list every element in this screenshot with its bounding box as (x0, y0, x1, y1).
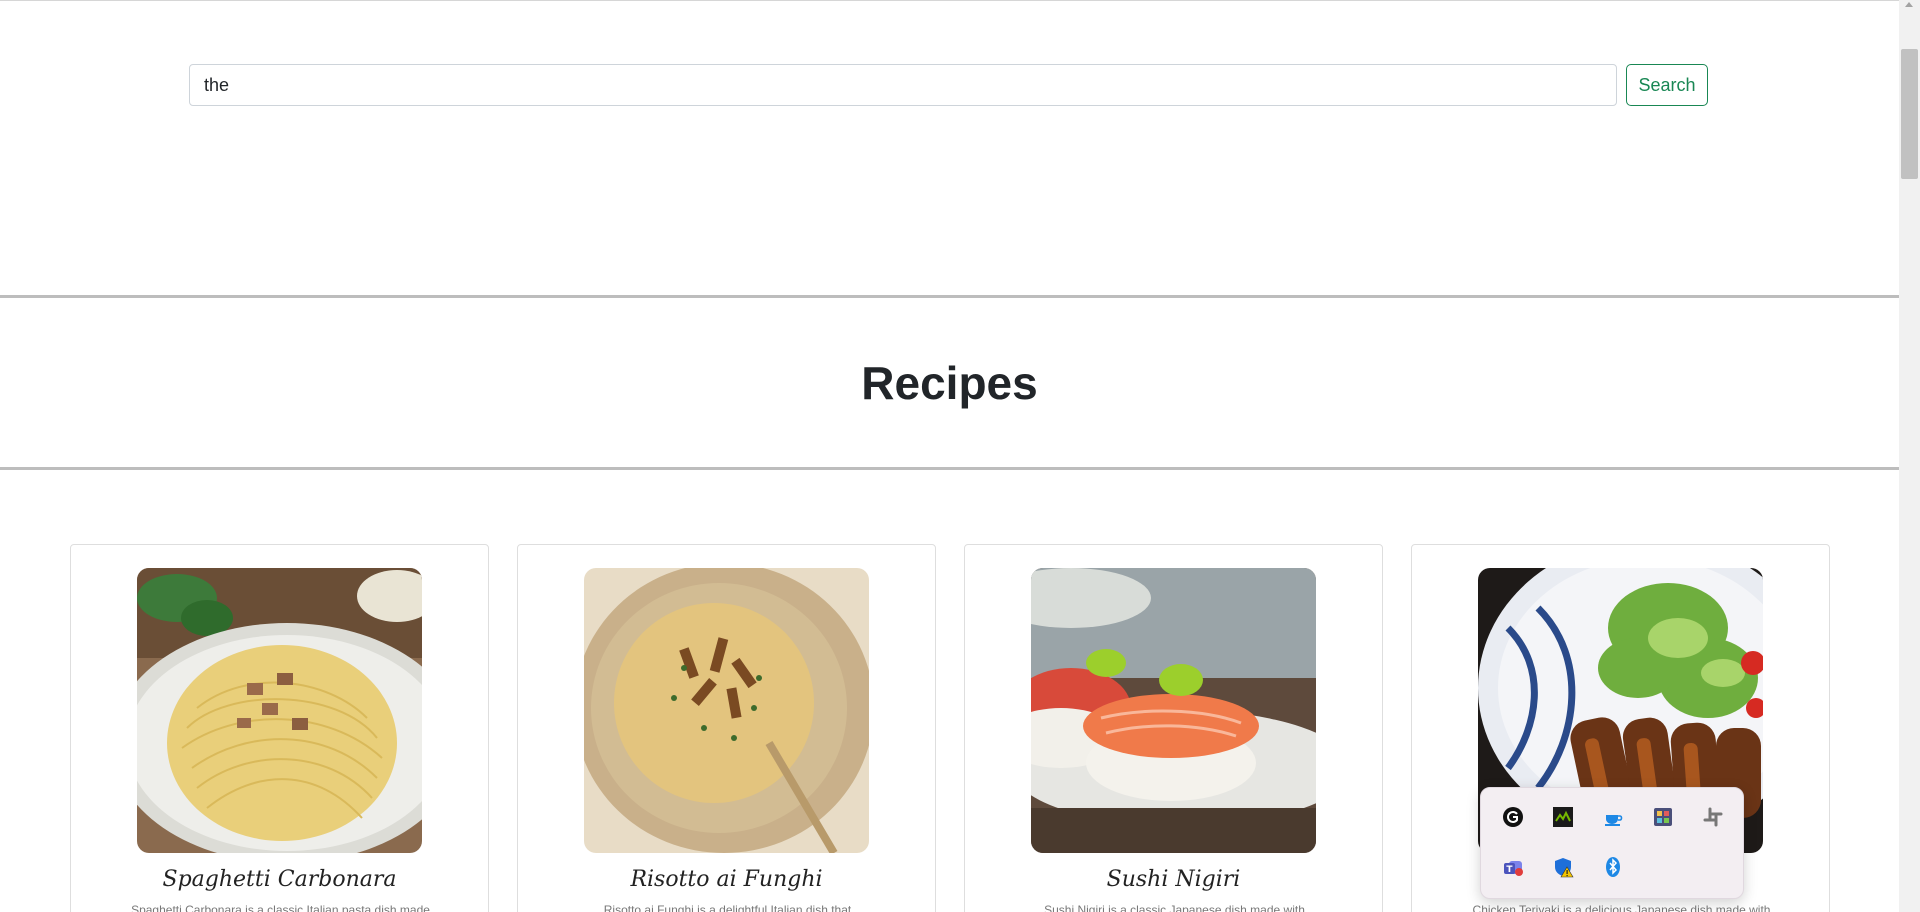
color-palette-icon[interactable] (1651, 805, 1675, 829)
divider-top (0, 295, 1899, 298)
recipe-card[interactable]: Risotto ai Funghi Risotto ai Funghi is a… (517, 544, 936, 912)
recipe-description: Sushi Nigiri is a classic Japanese dish … (1044, 903, 1305, 912)
recipe-title[interactable]: Sushi Nigiri (965, 867, 1382, 892)
recipe-description: Risotto ai Funghi is a delightful Italia… (603, 903, 852, 912)
svg-text:T: T (1506, 865, 1513, 875)
top-border (0, 0, 1899, 1)
recipe-image[interactable] (584, 568, 869, 853)
scroll-up-arrow-icon[interactable] (1905, 2, 1913, 7)
bluetooth-icon[interactable] (1601, 855, 1625, 879)
search-bar: Search (189, 64, 1709, 106)
scroll-thumb[interactable] (1901, 49, 1918, 179)
recipe-card[interactable]: Spaghetti Carbonara Spaghetti Carbonara … (70, 544, 489, 912)
search-button[interactable]: Search (1626, 64, 1708, 106)
recipe-title[interactable]: Risotto ai Funghi (518, 867, 935, 892)
windows-security-warning-icon[interactable] (1551, 855, 1575, 879)
recipe-card[interactable]: Sushi Nigiri Sushi Nigiri is a classic J… (964, 544, 1383, 912)
system-tray-overflow: T (1480, 787, 1744, 899)
logitech-g-hub-icon[interactable] (1501, 805, 1525, 829)
nvidia-icon[interactable] (1551, 805, 1575, 829)
recipe-description: Spaghetti Carbonara is a classic Italian… (131, 903, 430, 912)
page-scrollbar[interactable] (1899, 0, 1920, 912)
recipe-description: Chicken Teriyaki is a delicious Japanese… (1472, 903, 1771, 912)
divider-bottom (0, 467, 1899, 470)
recipe-image[interactable] (137, 568, 422, 853)
search-input[interactable] (189, 64, 1617, 106)
slack-icon[interactable] (1701, 805, 1725, 829)
recipe-image[interactable] (1031, 568, 1316, 853)
coffee-cup-icon[interactable] (1601, 805, 1625, 829)
page-title: Recipes (861, 357, 1038, 409)
recipe-title[interactable]: Spaghetti Carbonara (71, 867, 488, 892)
teams-icon[interactable]: T (1501, 855, 1525, 879)
page: Search Recipes (0, 0, 1899, 912)
